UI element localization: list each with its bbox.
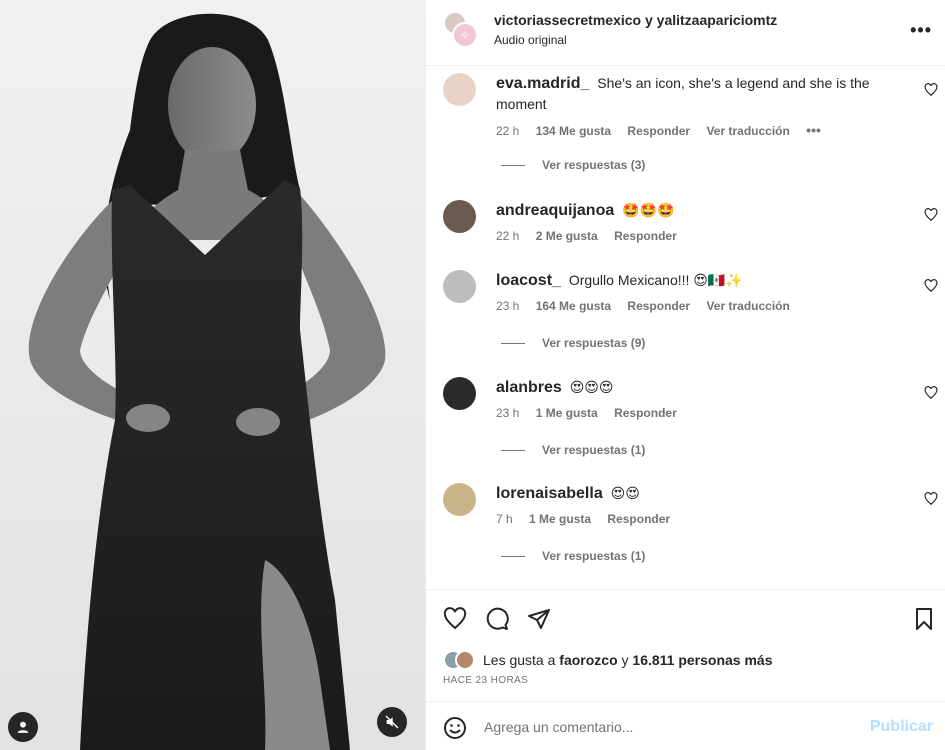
view-replies-label[interactable]: Ver respuestas (9) xyxy=(542,336,645,350)
reply-button[interactable]: Responder xyxy=(614,229,677,243)
avatar[interactable] xyxy=(443,200,476,233)
comment-input[interactable] xyxy=(484,714,844,740)
view-replies-label[interactable]: Ver respuestas (1) xyxy=(542,549,645,563)
comment-body: 🤩🤩🤩 xyxy=(622,202,675,218)
avatar[interactable] xyxy=(443,483,476,516)
reply-button[interactable]: Responder xyxy=(627,299,690,313)
likes-prefix: Les gusta a xyxy=(483,652,556,668)
more-options-icon[interactable]: ••• xyxy=(910,20,932,41)
bookmark-icon[interactable] xyxy=(912,607,936,631)
post-timestamp[interactable]: HACE 23 HORAS xyxy=(443,675,528,686)
comment-likes[interactable]: 2 Me gusta xyxy=(536,229,598,243)
reply-button[interactable]: Responder xyxy=(614,406,677,420)
comment-time: 22 h xyxy=(496,229,520,243)
likes-count[interactable]: 16.811 personas más xyxy=(632,652,772,668)
reply-button[interactable]: Responder xyxy=(607,512,670,526)
comment-composer: Publicar xyxy=(426,701,945,750)
author-avatars[interactable]: ✧ xyxy=(443,11,479,51)
comment-likes[interactable]: 1 Me gusta xyxy=(536,406,598,420)
comment-meta: 23 h 1 Me gusta Responder xyxy=(496,406,690,420)
replies-divider xyxy=(501,449,525,451)
speaker-muted-icon xyxy=(385,715,399,729)
comment-text: alanbres 😍😍😍 xyxy=(496,377,906,398)
avatar[interactable] xyxy=(443,73,476,106)
heart-icon[interactable] xyxy=(924,279,938,293)
translate-button[interactable]: Ver traducción xyxy=(706,124,789,138)
avatar[interactable]: ✧ xyxy=(452,22,478,48)
emoji-icon[interactable] xyxy=(443,716,467,740)
heart-icon[interactable] xyxy=(924,386,938,400)
comment-username[interactable]: alanbres xyxy=(496,379,562,396)
avatar[interactable] xyxy=(443,270,476,303)
likes-text[interactable]: Les gusta a faorozco y 16.811 personas m… xyxy=(483,652,773,668)
comment-username[interactable]: eva.madrid_ xyxy=(496,75,589,92)
post-media[interactable] xyxy=(0,0,425,750)
comment-time: 23 h xyxy=(496,406,520,420)
view-replies-label[interactable]: Ver respuestas (3) xyxy=(542,158,645,172)
comment-text: eva.madrid_ She's an icon, she's a legen… xyxy=(496,73,906,114)
comment-meta: 23 h 164 Me gusta Responder Ver traducci… xyxy=(496,299,803,313)
send-icon[interactable] xyxy=(527,607,551,631)
view-replies-button[interactable]: Ver respuestas (9) xyxy=(501,336,645,350)
replies-divider xyxy=(501,164,525,166)
mute-button[interactable] xyxy=(377,707,407,737)
more-options-icon[interactable]: ••• xyxy=(806,122,821,138)
replies-divider xyxy=(501,555,525,557)
comment-time: 7 h xyxy=(496,512,513,526)
comment-meta: 7 h 1 Me gusta Responder xyxy=(496,512,683,526)
likes-user[interactable]: faorozco xyxy=(559,652,617,668)
comment-text: andreaquijanoa 🤩🤩🤩 xyxy=(496,200,906,221)
comment-likes[interactable]: 1 Me gusta xyxy=(529,512,591,526)
comment-username[interactable]: lorenaisabella xyxy=(496,485,603,502)
comments-list: eva.madrid_ She's an icon, she's a legen… xyxy=(426,67,945,589)
replies-divider xyxy=(501,342,525,344)
publish-button[interactable]: Publicar xyxy=(870,718,933,736)
heart-icon[interactable] xyxy=(924,492,938,506)
post-actions: Les gusta a faorozco y 16.811 personas m… xyxy=(426,589,945,701)
translate-button[interactable]: Ver traducción xyxy=(706,299,789,313)
comment-body: 😍😍 xyxy=(610,485,640,501)
post-detail-panel: ✧ victoriassecretmexico y yalitzaaparici… xyxy=(425,0,945,750)
user-icon xyxy=(17,721,29,733)
post-photo xyxy=(28,13,386,750)
likes-conjunction: y xyxy=(621,652,629,668)
post-authors[interactable]: victoriassecretmexico y yalitzaapariciom… xyxy=(494,12,777,28)
comment-body: Orgullo Mexicano!!! 😍🇲🇽✨ xyxy=(568,272,743,288)
view-replies-button[interactable]: Ver respuestas (1) xyxy=(501,549,645,563)
comment-time: 23 h xyxy=(496,299,520,313)
view-replies-label[interactable]: Ver respuestas (1) xyxy=(542,443,645,457)
view-replies-button[interactable]: Ver respuestas (3) xyxy=(501,158,645,172)
comment-icon[interactable] xyxy=(485,607,509,631)
heart-icon[interactable] xyxy=(924,83,938,97)
tagged-users-button[interactable] xyxy=(8,712,38,742)
comment-body: 😍😍😍 xyxy=(569,379,614,395)
avatar[interactable] xyxy=(443,377,476,410)
heart-icon[interactable] xyxy=(924,208,938,222)
comment-meta: 22 h 2 Me gusta Responder xyxy=(496,229,690,243)
avatar xyxy=(455,650,475,670)
comment-text: lorenaisabella 😍😍 xyxy=(496,483,906,504)
comment-username[interactable]: loacost_ xyxy=(496,272,561,289)
comment-time: 22 h xyxy=(496,124,520,138)
comment-meta: 22 h 134 Me gusta Responder Ver traducci… xyxy=(496,122,834,138)
audio-label[interactable]: Audio original xyxy=(494,33,567,47)
post-header: ✧ victoriassecretmexico y yalitzaaparici… xyxy=(426,0,945,66)
comment-likes[interactable]: 134 Me gusta xyxy=(536,124,611,138)
heart-icon[interactable] xyxy=(443,607,467,631)
view-replies-button[interactable]: Ver respuestas (1) xyxy=(501,443,645,457)
comment-likes[interactable]: 164 Me gusta xyxy=(536,299,611,313)
likes-summary[interactable]: Les gusta a faorozco y 16.811 personas m… xyxy=(443,650,773,670)
reply-button[interactable]: Responder xyxy=(627,124,690,138)
comment-text: loacost_ Orgullo Mexicano!!! 😍🇲🇽✨ xyxy=(496,270,906,291)
comment-username[interactable]: andreaquijanoa xyxy=(496,202,614,219)
